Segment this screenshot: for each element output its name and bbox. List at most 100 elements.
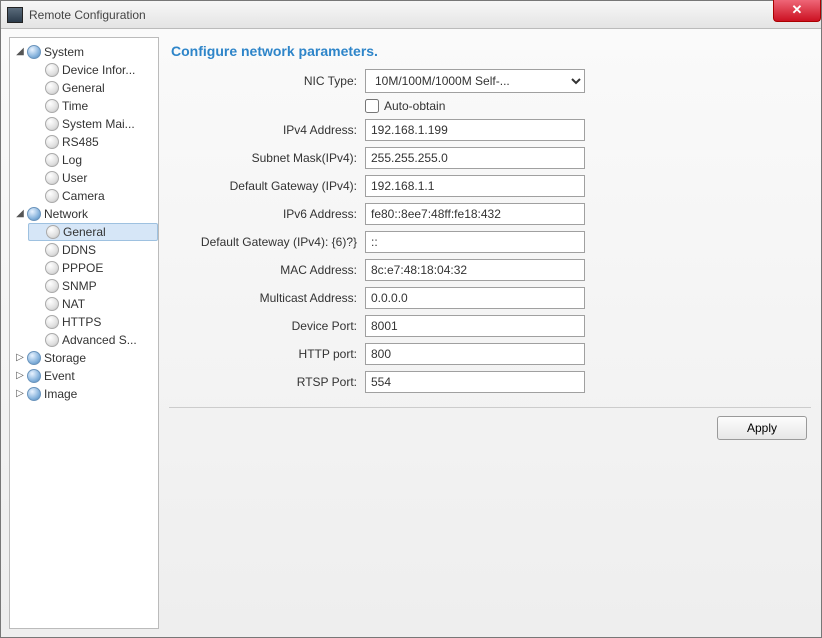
globe-icon xyxy=(27,45,41,59)
http-port-field[interactable] xyxy=(365,343,585,365)
tree-label: Device Infor... xyxy=(62,61,135,79)
label-default-gateway-v4: Default Gateway (IPv4): xyxy=(197,179,357,193)
tree-label: Image xyxy=(44,385,77,403)
tree-label: Advanced S... xyxy=(62,331,137,349)
label-subnet-mask-v4: Subnet Mask(IPv4): xyxy=(197,151,357,165)
tree-label: Network xyxy=(44,205,88,223)
globe-icon xyxy=(27,351,41,365)
tree-label: System xyxy=(44,43,84,61)
tree-item-nat[interactable]: NAT xyxy=(28,295,158,313)
tree-item-image[interactable]: ▷ Image xyxy=(10,385,158,403)
tree-children-network: General DDNS PPPOE SNMP NAT HTTPS Advanc… xyxy=(10,223,158,349)
label-multicast-address: Multicast Address: xyxy=(197,291,357,305)
tree-item-event[interactable]: ▷ Event xyxy=(10,367,158,385)
bullet-icon xyxy=(45,297,59,311)
window-title: Remote Configuration xyxy=(29,8,146,22)
bullet-icon xyxy=(45,63,59,77)
globe-icon xyxy=(27,369,41,383)
label-default-gateway-v4-alt: Default Gateway (IPv4): {6)?} xyxy=(197,235,357,249)
mac-address-field[interactable] xyxy=(365,259,585,281)
main-panel: Configure network parameters. NIC Type: … xyxy=(167,37,813,629)
tree-item-general-network[interactable]: General xyxy=(28,223,158,241)
bullet-icon xyxy=(45,243,59,257)
tree-item-storage[interactable]: ▷ Storage xyxy=(10,349,158,367)
tree-item-network[interactable]: ◢ Network xyxy=(10,205,158,223)
globe-icon xyxy=(27,387,41,401)
globe-icon xyxy=(27,207,41,221)
chevron-right-icon: ▷ xyxy=(14,367,26,385)
button-row: Apply xyxy=(167,416,813,440)
ipv4-address-field[interactable] xyxy=(365,119,585,141)
bullet-icon xyxy=(45,117,59,131)
chevron-right-icon: ▷ xyxy=(14,349,26,367)
tree-label: NAT xyxy=(62,295,85,313)
tree-node-network: ◢ Network General DDNS PPPOE SNMP NAT HT… xyxy=(10,205,158,349)
subnet-mask-v4-field[interactable] xyxy=(365,147,585,169)
tree-item-system-maintenance[interactable]: System Mai... xyxy=(28,115,158,133)
network-form: NIC Type: 10M/100M/1000M Self-... Auto-o… xyxy=(197,69,813,393)
tree-item-general-system[interactable]: General xyxy=(28,79,158,97)
tree-item-time[interactable]: Time xyxy=(28,97,158,115)
tree-node-event: ▷ Event xyxy=(10,367,158,385)
tree-item-advanced-settings[interactable]: Advanced S... xyxy=(28,331,158,349)
multicast-address-field[interactable] xyxy=(365,287,585,309)
label-ipv4-address: IPv4 Address: xyxy=(197,123,357,137)
auto-obtain-checkbox[interactable] xyxy=(365,99,379,113)
rtsp-port-field[interactable] xyxy=(365,371,585,393)
tree-item-camera[interactable]: Camera xyxy=(28,187,158,205)
window-frame: Remote Configuration ✕ ◢ System Device I… xyxy=(0,0,822,638)
page-title: Configure network parameters. xyxy=(167,37,813,69)
tree-label: SNMP xyxy=(62,277,97,295)
tree-node-image: ▷ Image xyxy=(10,385,158,403)
tree-children-system: Device Infor... General Time System Mai.… xyxy=(10,61,158,205)
default-gateway-v4-alt-field[interactable] xyxy=(365,231,585,253)
tree-label: DDNS xyxy=(62,241,96,259)
bullet-icon xyxy=(45,261,59,275)
label-mac-address: MAC Address: xyxy=(197,263,357,277)
bullet-icon xyxy=(45,189,59,203)
ipv6-address-field[interactable] xyxy=(365,203,585,225)
tree-label: HTTPS xyxy=(62,313,101,331)
apply-button[interactable]: Apply xyxy=(717,416,807,440)
sidebar[interactable]: ◢ System Device Infor... General Time Sy… xyxy=(9,37,159,629)
bullet-icon xyxy=(45,171,59,185)
bullet-icon xyxy=(45,81,59,95)
divider xyxy=(169,407,811,408)
close-button[interactable]: ✕ xyxy=(773,0,821,22)
tree-node-system: ◢ System Device Infor... General Time Sy… xyxy=(10,43,158,205)
bullet-icon xyxy=(45,315,59,329)
tree-label: Storage xyxy=(44,349,86,367)
chevron-down-icon: ◢ xyxy=(14,205,26,223)
tree-item-ddns[interactable]: DDNS xyxy=(28,241,158,259)
tree-item-pppoe[interactable]: PPPOE xyxy=(28,259,158,277)
app-icon xyxy=(7,7,23,23)
bullet-icon xyxy=(45,99,59,113)
label-auto-obtain: Auto-obtain xyxy=(384,99,445,113)
tree-item-rs485[interactable]: RS485 xyxy=(28,133,158,151)
tree-node-storage: ▷ Storage xyxy=(10,349,158,367)
tree-label: Event xyxy=(44,367,75,385)
titlebar: Remote Configuration ✕ xyxy=(1,1,821,29)
tree-label: Time xyxy=(62,97,88,115)
tree-item-system[interactable]: ◢ System xyxy=(10,43,158,61)
bullet-icon xyxy=(45,153,59,167)
tree-item-snmp[interactable]: SNMP xyxy=(28,277,158,295)
tree-item-log[interactable]: Log xyxy=(28,151,158,169)
label-nic-type: NIC Type: xyxy=(197,74,357,88)
label-http-port: HTTP port: xyxy=(197,347,357,361)
default-gateway-v4-field[interactable] xyxy=(365,175,585,197)
chevron-down-icon: ◢ xyxy=(14,43,26,61)
tree-label: General xyxy=(63,223,106,241)
tree-item-device-info[interactable]: Device Infor... xyxy=(28,61,158,79)
bullet-icon xyxy=(45,279,59,293)
tree-label: General xyxy=(62,79,105,97)
tree-label: RS485 xyxy=(62,133,99,151)
tree-label: Log xyxy=(62,151,82,169)
tree-item-user[interactable]: User xyxy=(28,169,158,187)
client-area: ◢ System Device Infor... General Time Sy… xyxy=(1,29,821,637)
label-ipv6-address: IPv6 Address: xyxy=(197,207,357,221)
device-port-field[interactable] xyxy=(365,315,585,337)
nic-type-select[interactable]: 10M/100M/1000M Self-... xyxy=(365,69,585,93)
tree-item-https[interactable]: HTTPS xyxy=(28,313,158,331)
tree-label: Camera xyxy=(62,187,105,205)
